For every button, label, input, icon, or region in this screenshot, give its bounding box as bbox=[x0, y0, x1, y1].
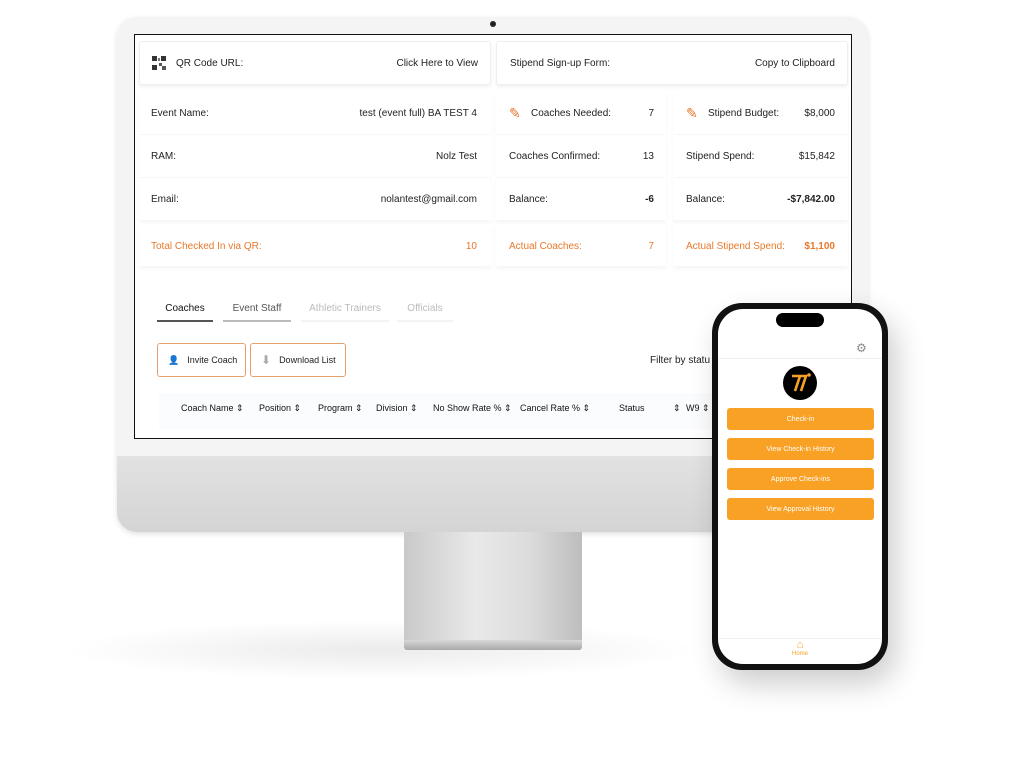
download-icon: ⬇ bbox=[261, 353, 272, 367]
home-icon: ⌂ bbox=[796, 639, 804, 651]
col-no-show-rate[interactable]: No Show Rate % ⇕ bbox=[433, 403, 512, 414]
stipend-balance-label: Balance: bbox=[686, 194, 725, 205]
actual-coaches-value: 7 bbox=[648, 241, 654, 252]
view-approval-history-button[interactable]: View Approval History bbox=[727, 498, 874, 520]
col-cancel-rate[interactable]: Cancel Rate % ⇕ bbox=[520, 403, 590, 414]
coaches-confirmed-label: Coaches Confirmed: bbox=[509, 151, 601, 162]
col-coach-name[interactable]: Coach Name ⇕ bbox=[181, 403, 244, 414]
stipend-card: Stipend Sign-up Form: Copy to Clipboard bbox=[496, 41, 848, 85]
ram-value: Nolz Test bbox=[436, 151, 477, 162]
col-w9[interactable]: W9 ⇕ bbox=[686, 403, 710, 414]
actual-coaches-label: Actual Coaches: bbox=[509, 241, 582, 252]
coach-balance-label: Balance: bbox=[509, 194, 548, 205]
camera bbox=[490, 21, 496, 27]
edit-coaches-needed-icon[interactable]: ✎ bbox=[509, 105, 521, 122]
monitor-base bbox=[404, 640, 582, 650]
event-name-label: Event Name: bbox=[151, 108, 209, 119]
col-program[interactable]: Program ⇕ bbox=[318, 403, 363, 414]
stipend-budget-label: Stipend Budget: bbox=[708, 108, 780, 119]
gear-icon[interactable]: ⚙ bbox=[856, 341, 867, 355]
dynamic-island bbox=[776, 313, 824, 327]
monitor-shadow bbox=[60, 620, 700, 680]
checked-in-value: 10 bbox=[465, 241, 477, 252]
view-check-in-history-button[interactable]: View Check-in History bbox=[727, 438, 874, 460]
qr-card: QR Code URL: Click Here to View bbox=[139, 41, 491, 85]
coach-balance-value: -6 bbox=[645, 194, 654, 205]
tab-event-staff[interactable]: Event Staff bbox=[223, 303, 291, 322]
email-label: Email: bbox=[151, 194, 179, 205]
coaches-needed-label: Coaches Needed: bbox=[531, 108, 612, 119]
stipend-label: Stipend Sign-up Form: bbox=[510, 58, 611, 69]
download-list-button[interactable]: ⬇ Download List bbox=[250, 343, 346, 377]
invite-coach-button[interactable]: 👤 Invite Coach bbox=[157, 343, 246, 377]
ram-label: RAM: bbox=[151, 151, 176, 162]
col-status[interactable]: Status ⇕ bbox=[619, 403, 681, 414]
copy-clipboard-link[interactable]: Copy to Clipboard bbox=[755, 58, 835, 69]
monitor-stand bbox=[404, 532, 582, 644]
actual-stipend-value: $1,100 bbox=[804, 241, 835, 252]
stipend-balance-value: -$7,842.00 bbox=[787, 194, 835, 205]
check-in-button[interactable]: Check-in bbox=[727, 408, 874, 430]
qr-link[interactable]: Click Here to View bbox=[396, 58, 478, 69]
approve-check-ins-button[interactable]: Approve Check-ins bbox=[727, 468, 874, 490]
nav-home[interactable]: ⌂ Home bbox=[780, 639, 820, 658]
stipend-budget-value: $8,000 bbox=[804, 108, 835, 119]
qr-label: QR Code URL: bbox=[176, 58, 244, 69]
coaches-confirmed-value: 13 bbox=[642, 151, 654, 162]
stipend-spend-value: $15,842 bbox=[798, 151, 835, 162]
col-position[interactable]: Position ⇕ bbox=[259, 403, 301, 414]
edit-stipend-budget-icon[interactable]: ✎ bbox=[686, 105, 698, 122]
tab-officials[interactable]: Officials bbox=[397, 303, 453, 322]
tab-coaches[interactable]: Coaches bbox=[157, 303, 213, 322]
actual-stipend-label: Actual Stipend Spend: bbox=[686, 241, 785, 252]
add-user-icon: 👤 bbox=[168, 354, 180, 365]
checked-in-label: Total Checked In via QR: bbox=[151, 241, 262, 252]
coaches-needed-value: 7 bbox=[648, 108, 654, 119]
app-logo bbox=[783, 366, 817, 400]
email-value: nolantest@gmail.com bbox=[380, 194, 477, 205]
col-division[interactable]: Division ⇕ bbox=[376, 403, 418, 414]
stipend-spend-label: Stipend Spend: bbox=[686, 151, 755, 162]
tab-athletic-trainers[interactable]: Athletic Trainers bbox=[301, 303, 389, 322]
event-name-value: test (event full) BA TEST 4 bbox=[359, 108, 477, 119]
filter-status-label[interactable]: Filter by statu bbox=[650, 355, 710, 366]
qr-code-icon bbox=[152, 56, 166, 70]
